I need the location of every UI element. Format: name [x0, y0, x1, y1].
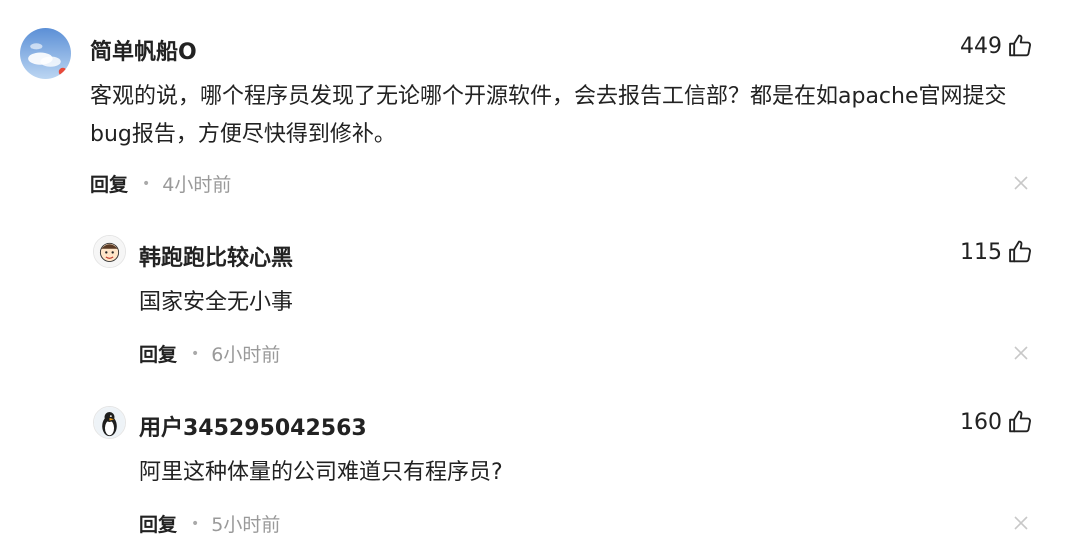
comment-meta: 回复 • 4小时前: [90, 170, 231, 197]
like-button[interactable]: 449: [960, 32, 1034, 60]
comment-text: 国家安全无小事: [139, 290, 294, 315]
timestamp: 4小时前: [162, 174, 232, 196]
like-count: 160: [960, 409, 1002, 435]
comment-meta: 回复 • 5小时前: [139, 510, 280, 537]
like-count: 115: [960, 239, 1002, 265]
separator-dot: •: [142, 175, 151, 192]
username[interactable]: 简单帆船O: [90, 34, 197, 66]
avatar[interactable]: [93, 235, 126, 268]
comment-item: 韩跑跑比较心黑 115 国家安全无小事 回复 • 6小时前: [0, 210, 1080, 385]
timestamp: 6小时前: [211, 344, 281, 366]
like-button[interactable]: 160: [960, 408, 1034, 436]
comment-item: 简单帆船O 449 客观的说，哪个程序员发现了无论哪个开源软件，会去报告工信部？…: [0, 0, 1080, 210]
comment-text: 客观的说，哪个程序员发现了无论哪个开源软件，会去报告工信部？都是在如apache…: [90, 84, 1007, 147]
thumbs-up-icon[interactable]: [1006, 238, 1034, 266]
close-icon[interactable]: [1014, 176, 1028, 190]
timestamp: 5小时前: [211, 514, 281, 536]
reply-button[interactable]: 回复: [90, 170, 128, 197]
like-count: 449: [960, 33, 1002, 59]
comment-meta: 回复 • 6小时前: [139, 340, 280, 367]
comment-text: 阿里这种体量的公司难道只有程序员?: [139, 460, 503, 485]
reply-button[interactable]: 回复: [139, 510, 177, 537]
like-button[interactable]: 115: [960, 238, 1034, 266]
username[interactable]: 用户345295042563: [139, 410, 367, 442]
comment-list: 简单帆船O 449 客观的说，哪个程序员发现了无论哪个开源软件，会去报告工信部？…: [0, 0, 1080, 557]
close-icon[interactable]: [1014, 516, 1028, 530]
username[interactable]: 韩跑跑比较心黑: [139, 240, 293, 272]
separator-dot: •: [191, 515, 200, 532]
avatar[interactable]: [93, 406, 126, 439]
thumbs-up-icon[interactable]: [1006, 408, 1034, 436]
separator-dot: •: [191, 345, 200, 362]
reply-button[interactable]: 回复: [139, 340, 177, 367]
close-icon[interactable]: [1014, 346, 1028, 360]
thumbs-up-icon[interactable]: [1006, 32, 1034, 60]
comment-item: 用户345295042563 160 阿里这种体量的公司难道只有程序员? 回复 …: [0, 385, 1080, 557]
avatar[interactable]: [20, 28, 71, 79]
